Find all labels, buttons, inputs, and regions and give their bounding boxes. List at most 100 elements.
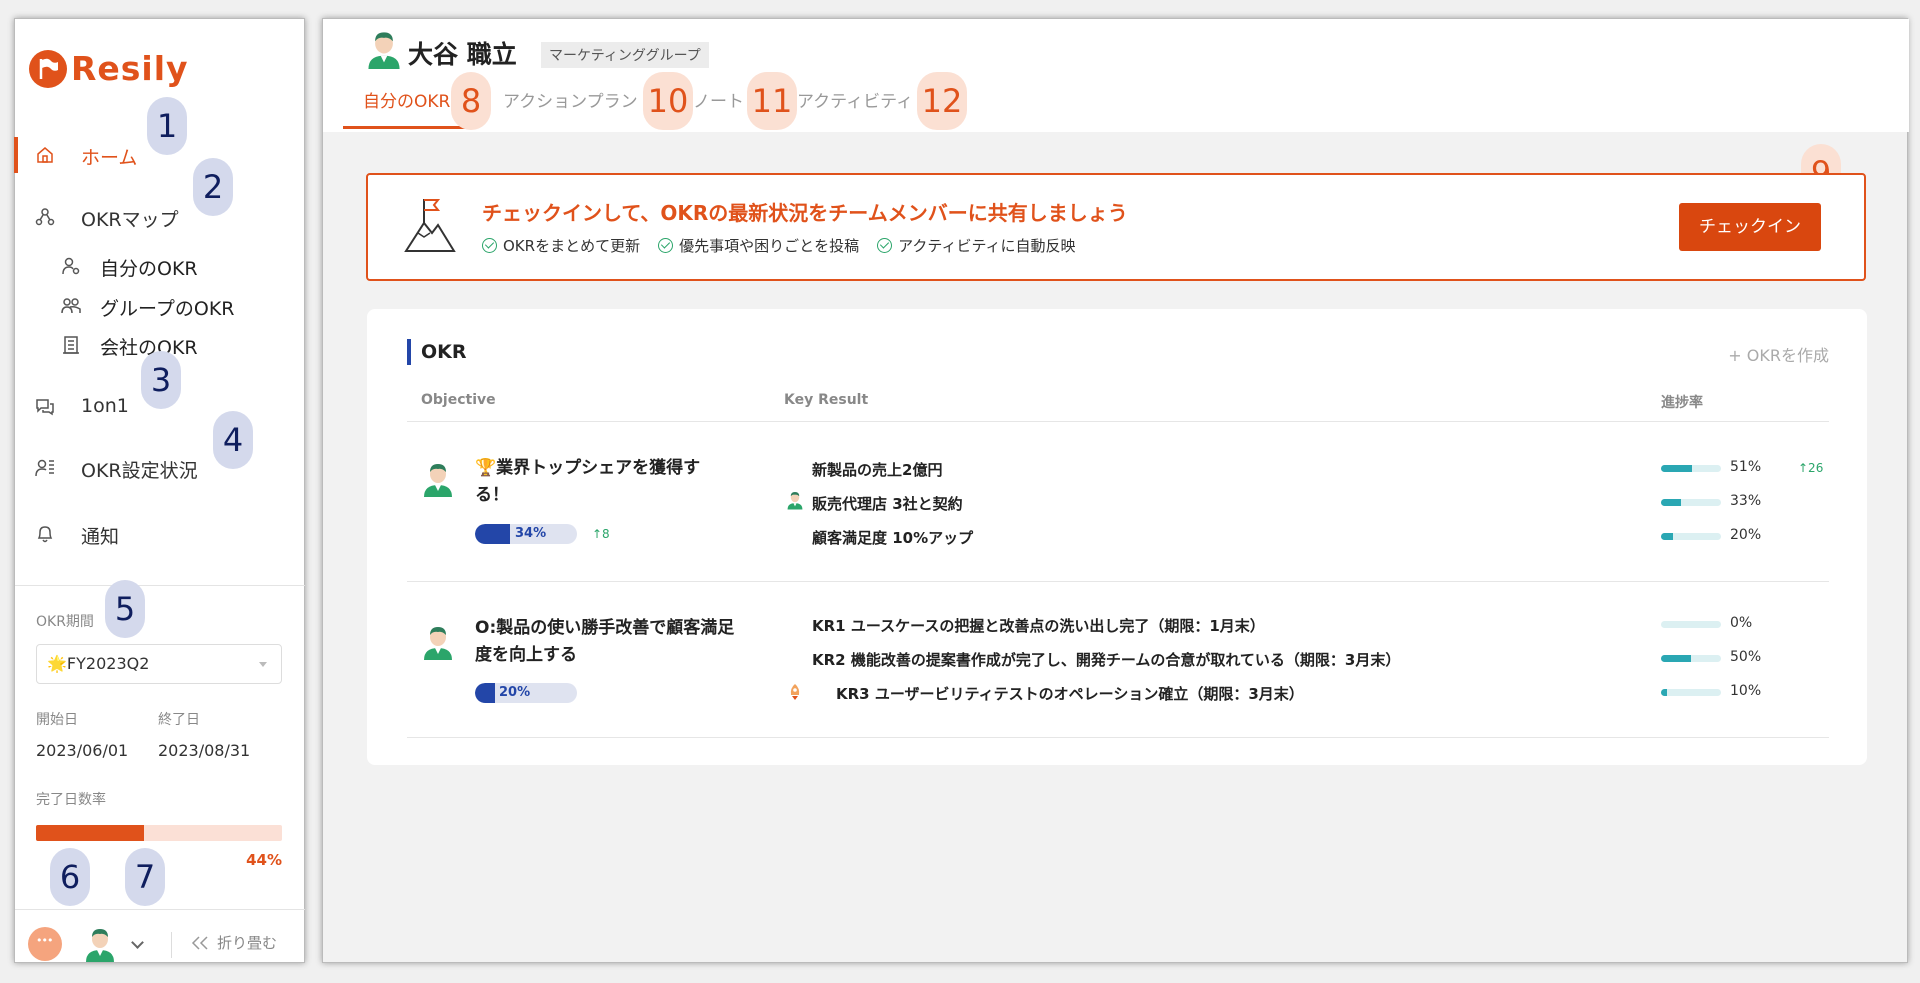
okr-map-icon <box>35 208 55 226</box>
annotation-badge: 4 <box>213 411 253 469</box>
annotation-badge: 7 <box>125 848 165 906</box>
checkin-points: OKRをまとめて更新 優先事項や困りごとを投稿 アクティビティに自動反映 <box>482 235 1076 256</box>
okr-section-title: OKR <box>407 339 467 365</box>
key-result-progress-fill <box>1661 689 1667 696</box>
objective-progress-bar: 34% <box>475 524 577 544</box>
tab-my-okr[interactable]: 自分のOKR <box>363 87 450 112</box>
start-date-value: 2023/06/01 <box>36 741 129 760</box>
flag-logo-icon <box>29 49 67 88</box>
sidebar-item-group-okr[interactable]: グループのOKR <box>15 289 305 323</box>
key-result-progress-value: 0% <box>1730 615 1753 631</box>
divider <box>171 932 172 958</box>
check-circle-icon <box>482 238 497 253</box>
main-content: 大谷 職立 マーケティンググループ 自分のOKR アクションプラン ノート アク… <box>322 18 1909 963</box>
resily-logo[interactable]: Resily <box>29 49 189 88</box>
key-result-progress-value: 20% <box>1730 527 1762 543</box>
objective-progress-fill <box>475 683 496 703</box>
key-result-progress-delta: ↑26 <box>1798 461 1824 475</box>
sidebar-item-notifications[interactable]: 通知 <box>15 514 305 554</box>
checkin-point-label: 優先事項や困りごとを投稿 <box>679 237 860 255</box>
checkin-title: チェックインして、OKRの最新状況をチームメンバーに共有しましょう <box>482 201 1128 225</box>
key-result-title[interactable]: 販売代理店 3社と契約 <box>812 493 963 514</box>
objective-progress-delta: ↑8 <box>592 527 610 541</box>
user-avatar[interactable] <box>421 461 455 497</box>
chevron-down-icon[interactable] <box>131 936 144 949</box>
annotation-badge: 1 <box>147 97 187 155</box>
objective-title[interactable]: 🏆業界トップシェアを獲得する！ <box>475 455 715 509</box>
column-header-progress: 進捗率 <box>1661 395 1703 411</box>
objective-title[interactable]: O:製品の使い勝手改善で顧客満足度を向上する <box>475 615 745 669</box>
end-date-value: 2023/08/31 <box>158 741 251 760</box>
start-date-label: 開始日 <box>36 712 78 728</box>
sidebar-item-my-okr[interactable]: 自分のOKR <box>15 249 305 283</box>
active-tab-indicator <box>343 126 473 129</box>
end-date-label: 終了日 <box>158 712 200 728</box>
key-result-progress-fill <box>1661 655 1691 662</box>
check-circle-icon <box>877 238 893 253</box>
key-result-title[interactable]: KR1 ユースケースの把握と改善点の洗い出し完了（期限：1月末） <box>812 615 1265 636</box>
sidebar: Resily ホーム OKRマップ 自分のOKR グループのOKR 会社のOKR… <box>14 18 305 963</box>
key-result-progress-bar <box>1661 689 1721 696</box>
column-header-objective: Objective <box>421 392 496 408</box>
collapse-label: 折り畳む <box>217 934 278 952</box>
key-result-progress-fill <box>1661 465 1692 472</box>
annotation-badge: 8 <box>451 72 491 130</box>
tab-activity[interactable]: アクティビティ <box>797 87 913 112</box>
annotation-badge: 5 <box>105 580 145 638</box>
key-result-progress-bar <box>1661 465 1721 472</box>
rocket-icon <box>790 684 800 700</box>
user-avatar[interactable] <box>421 624 455 660</box>
key-result-title[interactable]: KR3 ユーザービリティテストのオペレーション確立（期限：3月末） <box>836 683 1304 704</box>
checkin-point-label: OKRをまとめて更新 <box>503 237 641 255</box>
sidebar-item-label: OKRマップ <box>81 209 179 231</box>
checkin-point-label: アクティビティに自動反映 <box>898 237 1076 255</box>
chat-support-icon[interactable] <box>28 927 62 961</box>
tab-action-plan[interactable]: アクションプラン <box>503 87 638 112</box>
divider <box>407 421 1829 422</box>
objective-progress-bar: 20% <box>475 683 577 703</box>
column-header-key-result: Key Result <box>784 392 869 408</box>
completion-ratio-fill <box>36 825 145 841</box>
group-icon <box>61 298 81 314</box>
collapse-sidebar-button[interactable]: 折り畳む <box>191 932 277 953</box>
key-result-title[interactable]: KR2 機能改善の提案書作成が完了し、開発チームの合意が取れている（期限：3月末… <box>812 649 1400 670</box>
okr-period-label: OKR期間 <box>36 614 94 630</box>
sidebar-item-label: 1on1 <box>81 395 129 417</box>
divider <box>407 581 1829 582</box>
sidebar-item-okr-map[interactable]: OKRマップ <box>15 197 305 237</box>
sidebar-item-label: 通知 <box>81 526 120 548</box>
okr-period-select[interactable]: 🌟FY2023Q2 <box>36 644 282 684</box>
sidebar-item-label: グループのOKR <box>100 298 235 320</box>
double-chevron-left-icon <box>191 935 208 950</box>
caret-down-icon <box>259 662 267 667</box>
home-icon <box>37 147 53 163</box>
objective-progress-value: 34% <box>515 526 547 541</box>
checkin-button[interactable]: チェックイン <box>1679 203 1821 251</box>
objective-progress-value: 20% <box>499 685 531 700</box>
key-result-title[interactable]: 顧客満足度 10%アップ <box>812 527 973 548</box>
checkin-point: OKRをまとめて更新 <box>482 235 640 256</box>
page-header: 大谷 職立 マーケティンググループ 自分のOKR アクションプラン ノート アク… <box>323 19 1909 132</box>
chat-bubbles-icon <box>36 399 54 416</box>
create-okr-button[interactable]: + OKRを作成 <box>1728 342 1829 366</box>
key-result-progress-value: 33% <box>1730 493 1762 509</box>
annotation-badge: 12 <box>917 72 967 130</box>
user-avatar[interactable] <box>83 926 117 962</box>
sidebar-item-okr-status[interactable]: OKR設定状況 <box>15 448 305 488</box>
sidebar-item-label: OKR設定状況 <box>81 460 198 482</box>
sidebar-item-label: ホーム <box>81 147 138 169</box>
checkin-banner: チェックインして、OKRの最新状況をチームメンバーに共有しましょう OKRをまと… <box>366 173 1866 281</box>
user-avatar <box>787 492 803 510</box>
divider <box>407 737 1829 738</box>
brand-name: Resily <box>71 49 189 88</box>
divider <box>15 585 305 586</box>
annotation-badge: 10 <box>643 72 693 130</box>
key-result-progress-value: 10% <box>1730 683 1762 699</box>
tab-note[interactable]: ノート <box>693 87 744 112</box>
group-tag[interactable]: マーケティンググループ <box>541 42 709 68</box>
key-result-progress-fill <box>1661 499 1681 506</box>
completion-ratio-label: 完了日数率 <box>36 792 106 808</box>
annotation-badge: 6 <box>50 848 90 906</box>
completion-ratio-value: 44% <box>246 851 282 869</box>
key-result-title[interactable]: 新製品の売上2億円 <box>812 459 942 480</box>
